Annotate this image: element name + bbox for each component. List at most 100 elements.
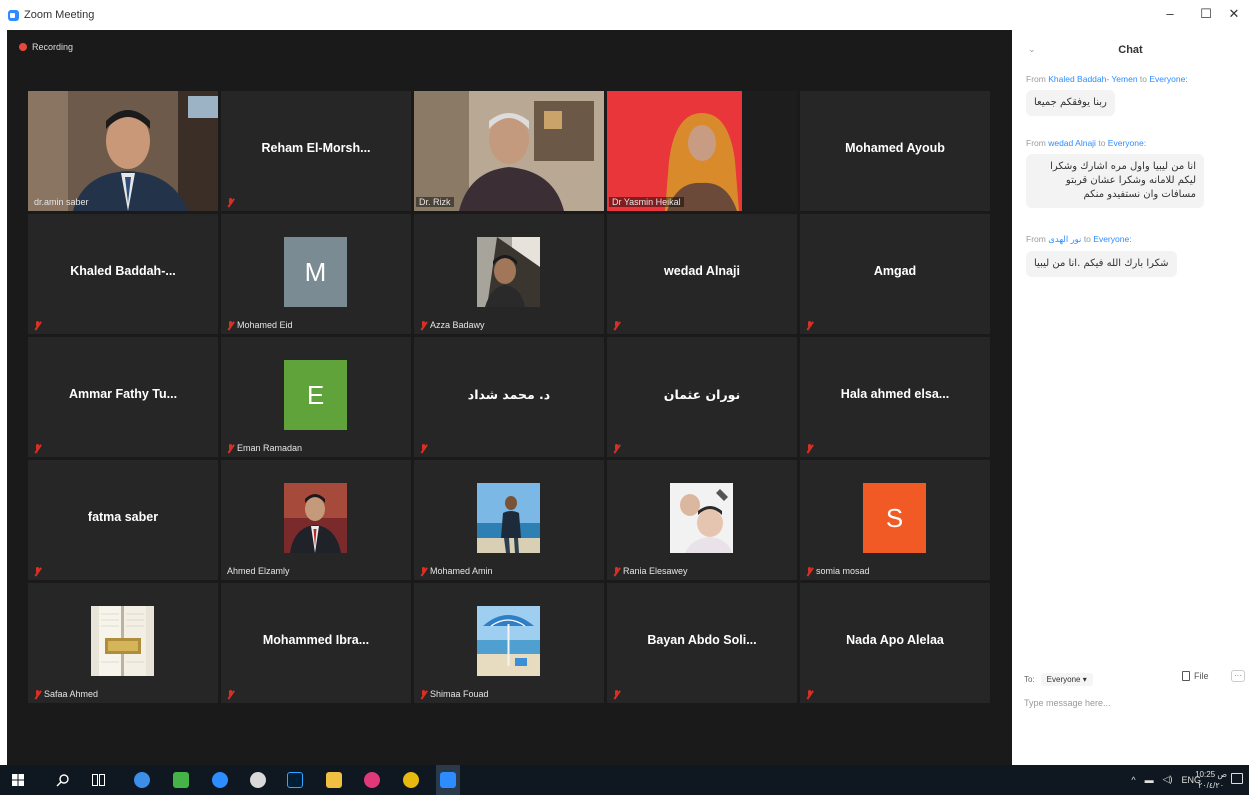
tile-ibra[interactable]: Mohammed Ibra... [221, 583, 411, 703]
participant-name: Mohamed Eid [227, 320, 293, 330]
participant-name: Safaa Ahmed [34, 689, 98, 699]
recording-indicator[interactable]: Recording [19, 42, 73, 52]
profile-photo-icon [477, 606, 540, 676]
camera-app-icon[interactable] [250, 772, 266, 788]
tile-eid[interactable]: M Mohamed Eid [221, 214, 411, 334]
firefox-icon[interactable] [364, 772, 380, 788]
participant-status [227, 690, 234, 699]
participant-name-large: Hala ahmed elsa... [840, 387, 950, 401]
participant-status [420, 444, 427, 453]
tile-azza[interactable]: Azza Badawy [414, 214, 604, 334]
participant-name-large: wedad Alnaji [664, 264, 740, 278]
more-options-button[interactable]: ··· [1231, 670, 1245, 682]
participant-status [806, 690, 813, 699]
tile-safaa[interactable]: Safaa Ahmed [28, 583, 218, 703]
tile-nada[interactable]: Nada Apo Alelaa [800, 583, 990, 703]
participant-name-large: Khaled Baddah-... [70, 264, 176, 278]
mic-muted-icon [806, 444, 813, 453]
search-icon[interactable] [56, 773, 70, 787]
participant-name: somia mosad [806, 566, 870, 576]
mic-muted-icon [806, 690, 813, 699]
camtasia-icon[interactable] [173, 772, 189, 788]
file-explorer-icon[interactable] [326, 772, 342, 788]
maximize-button[interactable]: ☐ [1196, 6, 1216, 22]
tile-fatma[interactable]: fatma saber [28, 460, 218, 580]
sender-name[interactable]: wedad Alnaji [1048, 138, 1096, 148]
tile-eman[interactable]: E Eman Ramadan [221, 337, 411, 457]
mic-muted-icon [227, 198, 234, 207]
mic-muted-icon [34, 444, 41, 453]
to-label: To: [1024, 675, 1035, 684]
notification-icon[interactable] [1231, 773, 1243, 784]
mic-muted-icon [806, 566, 813, 576]
tile-rania[interactable]: Rania Elesawey [607, 460, 797, 580]
tile-ayoub[interactable]: Mohamed Ayoub [800, 91, 990, 211]
tile-rizk[interactable]: Dr. Rizk [414, 91, 604, 211]
tile-amin[interactable]: dr.amin saber [28, 91, 218, 211]
participant-status [227, 198, 234, 207]
profile-photo-icon [477, 483, 540, 553]
mic-muted-icon [227, 690, 234, 699]
participant-name-large: نوران عثمان [663, 387, 741, 402]
mic-muted-icon [34, 689, 41, 699]
volume-icon[interactable]: ◁) [1163, 774, 1173, 785]
close-button[interactable]: ✕ [1224, 6, 1244, 22]
recipient-name[interactable]: Everyone: [1093, 234, 1131, 244]
mic-muted-icon [420, 566, 427, 576]
profile-photo-icon [477, 237, 540, 307]
message-sender: From نور الهدى to Everyone: [1026, 234, 1132, 244]
participant-name: Shimaa Fouad [420, 689, 489, 699]
tile-elzamly[interactable]: Ahmed Elzamly [221, 460, 411, 580]
tile-khaled[interactable]: Khaled Baddah-... [28, 214, 218, 334]
message-text: ربنا يوفقكم جميعا [1026, 90, 1115, 116]
profile-photo-icon [284, 483, 347, 553]
clock[interactable]: 10:25 ص ٢٠/٤/٢٠ [1195, 769, 1227, 791]
tile-yasmin[interactable]: Dr Yasmin Heikal [607, 91, 797, 211]
message-text: شكرا بارك الله فيكم .انا من ليبيا [1026, 251, 1177, 277]
profile-photo-icon [670, 483, 733, 553]
video-grid: dr.amin saber Reham El-Morsh... Dr. Rizk [28, 91, 990, 703]
chevron-up-icon[interactable]: ^ [1131, 775, 1135, 785]
network-icon[interactable]: ▬ [1145, 775, 1154, 785]
window-title: Zoom Meeting [24, 9, 95, 21]
tile-hala[interactable]: Hala ahmed elsa... [800, 337, 990, 457]
tile-mshaddad[interactable]: د. محمد شداد [414, 337, 604, 457]
teamviewer-icon[interactable] [134, 772, 150, 788]
avatar: M [284, 237, 347, 307]
photoshop-icon[interactable] [287, 772, 303, 788]
participant-status [34, 567, 41, 576]
tile-shimaa[interactable]: Shimaa Fouad [414, 583, 604, 703]
video-feed-icon [414, 91, 604, 211]
tile-somia[interactable]: S somia mosad [800, 460, 990, 580]
recipient-name[interactable]: Everyone: [1108, 138, 1146, 148]
tile-amin2[interactable]: Mohamed Amin [414, 460, 604, 580]
tile-amgad[interactable]: Amgad [800, 214, 990, 334]
tile-reham[interactable]: Reham El-Morsh... [221, 91, 411, 211]
file-button[interactable]: File [1182, 671, 1209, 681]
tile-bayan[interactable]: Bayan Abdo Soli... [607, 583, 797, 703]
chat-input[interactable]: Type message here... [1024, 698, 1111, 708]
participant-status [806, 321, 813, 330]
tile-ammar[interactable]: Ammar Fathy Tu... [28, 337, 218, 457]
participant-name: Rania Elesawey [613, 566, 688, 576]
telegram-icon[interactable] [212, 772, 228, 788]
tile-wedad[interactable]: wedad Alnaji [607, 214, 797, 334]
mic-muted-icon [34, 567, 41, 576]
recipient-name[interactable]: Everyone: [1149, 74, 1187, 84]
participant-name-large: Amgad [873, 264, 917, 278]
recipient-dropdown[interactable]: Everyone ▾ [1040, 673, 1093, 686]
mic-muted-icon [227, 320, 234, 330]
participant-status [613, 444, 620, 453]
system-tray: ^ ▬ ◁) ENG [1131, 774, 1201, 785]
sender-name[interactable]: نور الهدى [1048, 234, 1081, 244]
tile-nouran[interactable]: نوران عثمان [607, 337, 797, 457]
mic-muted-icon [806, 321, 813, 330]
task-view-icon[interactable] [92, 774, 105, 786]
sender-name[interactable]: Khaled Baddah- Yemen [1048, 74, 1137, 84]
windows-start-icon[interactable] [12, 774, 24, 786]
participant-name-large: Bayan Abdo Soli... [647, 633, 757, 647]
chrome-icon[interactable] [403, 772, 419, 788]
participant-name-large: Reham El-Morsh... [261, 141, 371, 155]
minimize-button[interactable]: – [1160, 6, 1180, 21]
participant-name: Dr. Rizk [416, 197, 454, 207]
